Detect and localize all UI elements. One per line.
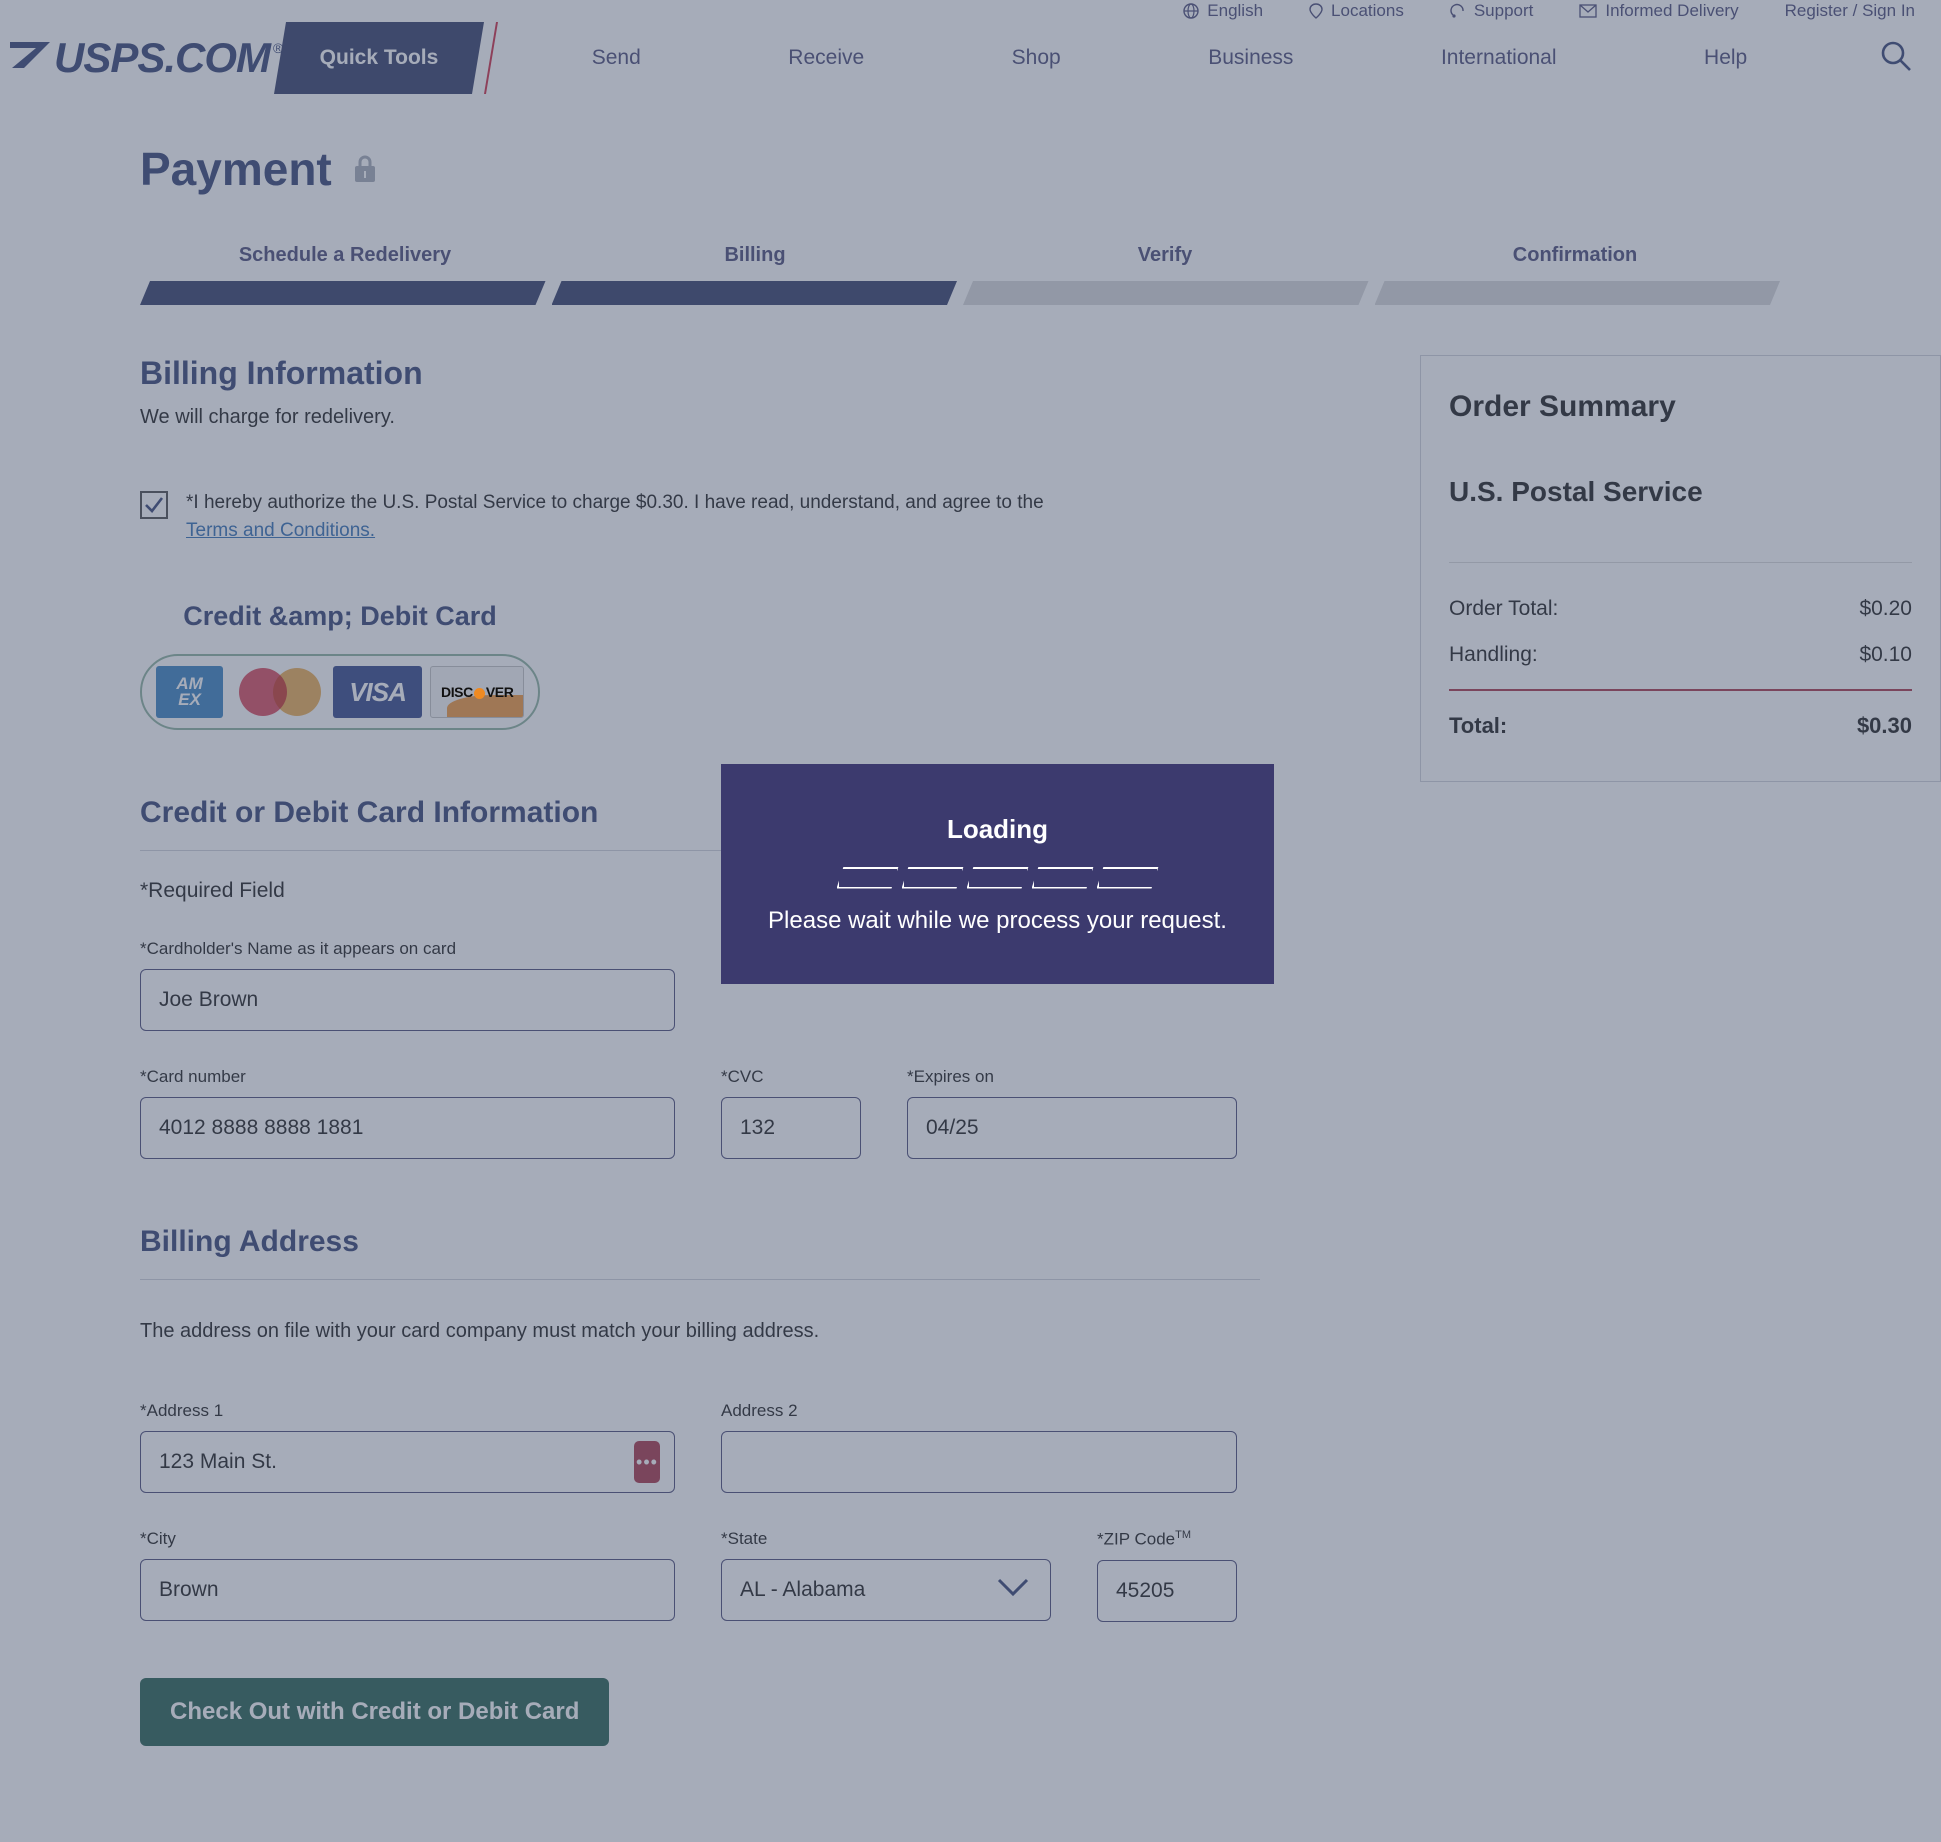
loading-message: Please wait while we process your reques… [768,906,1227,934]
loading-modal: Loading Please wait while we process you… [721,764,1274,984]
loading-segment [902,867,964,889]
loading-title: Loading [946,813,1049,844]
loading-segment [1097,867,1159,889]
loading-segment [1032,867,1094,889]
loading-progress-bar [837,867,1159,889]
loading-segment [837,867,899,889]
loading-segment [967,867,1029,889]
